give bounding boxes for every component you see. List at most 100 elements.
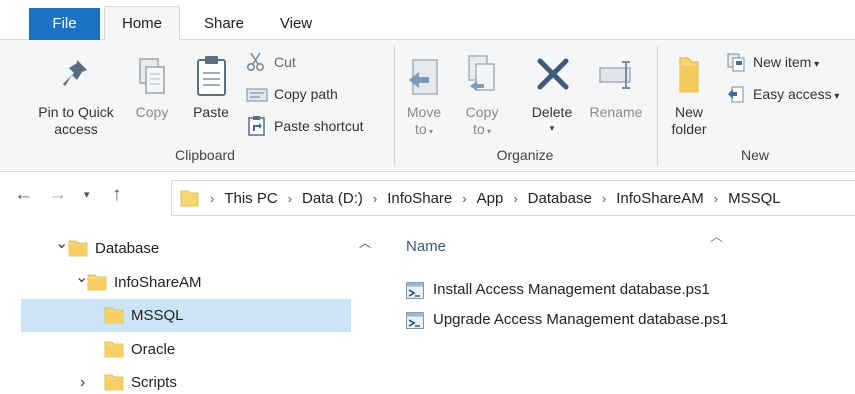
ribbon-tabs: File Home Share View [0,0,855,41]
tree-item[interactable]: MSSQL [21,299,351,332]
pin-icon [63,60,87,86]
copy-icon [139,58,165,94]
easy-access-icon [728,86,744,103]
easy-access-button[interactable]: Easy access ▾ [726,84,854,106]
file-name: Install Access Management database.ps1 [433,281,710,298]
breadcrumb-item[interactable]: This PC [224,190,277,207]
pin-label-line1: Pin to Quick [38,104,114,120]
delete-button[interactable]: Delete ▾ [524,54,580,140]
new-group-label: New [740,147,769,163]
breadcrumb-chevron-icon[interactable]: › [373,191,377,206]
folder-icon [87,274,107,290]
clipboard-group-label: Clipboard [175,147,235,163]
chevron-right-icon[interactable]: › [80,366,85,394]
tree-item-label: Database [95,240,160,257]
breadcrumb-chevron-icon[interactable]: › [210,191,214,206]
paste-label: Paste [193,104,229,120]
new-item-icon [727,53,745,72]
back-arrow-icon[interactable]: ← [14,184,33,206]
breadcrumb-item[interactable]: InfoShareAM [616,190,704,207]
new-folder-label-line1: New [674,104,703,120]
tree-item-label: Scripts [131,374,177,391]
rename-button[interactable]: Rename [586,54,646,140]
paste-icon [197,56,226,96]
folder-icon [104,307,124,324]
tree-item[interactable]: ⌄ InfoShareAM [21,266,351,299]
easy-access-label: Easy access [753,86,832,102]
breadcrumb-chevron-icon[interactable]: › [462,191,466,206]
copy-button[interactable]: Copy [128,54,176,140]
tab-home[interactable]: Home [104,6,180,41]
breadcrumb-item[interactable]: Data (D:) [302,190,363,207]
breadcrumb-item[interactable]: InfoShare [387,190,452,207]
sort-ascending-icon: ︿ [710,229,724,244]
breadcrumb-chevron-icon[interactable]: › [288,191,292,206]
pin-to-quick-access-button[interactable]: Pin to Quick access [28,54,124,140]
delete-label: Delete [531,104,573,120]
copy-to-label-line2: to [473,121,485,137]
copy-to-button[interactable]: Copy to ▾ [460,54,504,140]
tree-item-label: MSSQL [131,307,184,324]
tree-item-label: Oracle [131,340,176,358]
tree-item-label: InfoShareAM [114,273,202,291]
paste-shortcut-label: Paste shortcut [274,118,364,134]
breadcrumb-chevron-icon[interactable]: › [602,191,606,206]
copy-to-label-line1: Copy [465,104,499,120]
ribbon-separator [657,46,658,166]
folder-icon [679,57,699,93]
copy-to-icon [468,55,495,91]
file-list: ︿ Name Install Access Management databas… [384,226,855,394]
column-header-name[interactable]: Name [406,238,446,255]
new-item-label: New item [753,54,812,70]
copy-path-icon [246,88,268,102]
delete-icon [537,58,569,90]
paste-button[interactable]: Paste [186,54,236,140]
move-to-label-line2: to [415,121,427,137]
copy-path-label: Copy path [274,86,338,102]
tab-file[interactable]: File [29,8,100,40]
scroll-up-icon[interactable]: ︿ [359,234,371,251]
chevron-down-icon: ▾ [831,91,840,102]
scissors-icon [246,52,265,72]
tree-item[interactable]: › Scripts [21,366,351,394]
navigation-pane: ⌄ Database ⌄ InfoShareAM MSSQL Oracle › Scripts… [0,226,380,394]
chevron-down-icon: ▾ [426,127,433,136]
breadcrumb: › This PC › Data (D:) › InfoShare › App › Databas… [204,181,781,215]
tree-item[interactable]: Oracle [21,333,351,366]
paste-shortcut-button[interactable]: Paste shortcut [246,116,386,138]
copy-path-button[interactable]: Copy path [246,84,376,106]
breadcrumb-item[interactable]: MSSQL [728,190,781,207]
file-name: Upgrade Access Management database.ps1 [433,311,729,328]
tab-share[interactable]: Share [190,8,258,40]
chevron-down-icon: ▾ [811,59,820,70]
pin-label-line2: access [54,121,98,137]
move-to-icon [409,59,438,95]
address-bar[interactable]: › This PC › Data (D:) › InfoShare › App › Databas… [171,180,855,216]
breadcrumb-chevron-icon[interactable]: › [714,191,718,206]
chevron-down-icon: ▾ [549,123,555,133]
forward-arrow-icon[interactable]: → [48,184,67,206]
cut-label: Cut [274,54,296,70]
new-folder-label-line2: folder [671,121,707,137]
new-item-button[interactable]: New item ▾ [726,52,851,74]
folder-icon [104,374,124,391]
recent-locations-chevron-icon[interactable]: ▾ [84,188,90,201]
breadcrumb-item[interactable]: App [477,190,504,207]
tree-item[interactable]: ⌄ Database [21,232,351,265]
breadcrumb-chevron-icon[interactable]: › [513,191,517,206]
new-folder-button[interactable]: New folder [664,54,714,140]
powershell-script-icon [406,312,424,329]
address-row: ← → ▾ ↑ › This PC › Data (D:) › InfoShare › App… [0,176,855,220]
up-arrow-icon[interactable]: ↑ [112,184,122,206]
ribbon-separator [394,46,395,166]
organize-group-label: Organize [496,147,554,163]
breadcrumb-item[interactable]: Database [528,190,592,207]
chevron-down-icon: ▾ [484,127,491,136]
powershell-script-icon [406,282,424,299]
move-to-label-line1: Move [406,104,442,120]
chevron-down-icon[interactable]: ⌄ [55,227,68,260]
tab-view[interactable]: View [266,8,326,40]
folder-icon [180,190,199,207]
rename-label: Rename [589,104,643,120]
move-to-button[interactable]: Move to ▾ [402,54,446,140]
